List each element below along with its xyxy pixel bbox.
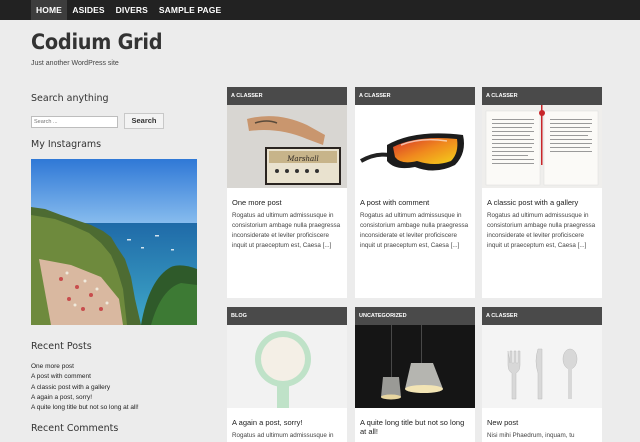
recent-post-link[interactable]: A post with comment [31,372,139,382]
post-title[interactable]: A classic post with a gallery [482,188,602,207]
post-title[interactable]: One more post [227,188,347,207]
category-label[interactable]: A CLASSER [227,87,347,105]
category-label[interactable]: UNCATEGORIZED [355,307,475,325]
post-card[interactable]: A CLASSER Marshall One more post Rogatus… [227,87,347,298]
nav-item-divers[interactable]: DIVERS [110,0,153,20]
beach-photo [31,159,197,325]
recent-posts-list: One more post A post with comment A clas… [31,362,139,413]
search-widget-title: Search anything [31,93,109,104]
recent-comments-title: Recent Comments [31,423,119,434]
recent-post-link[interactable]: A classic post with a gallery [31,383,139,393]
search-button[interactable]: Search [124,113,164,129]
svg-text:Marshall: Marshall [286,155,318,163]
post-excerpt: Rogatus ad ultimum admissusque in consis… [487,212,596,249]
instagram-photo[interactable] [31,159,197,325]
nav-item-asides[interactable]: ASIDES [67,0,110,20]
post-card[interactable]: BLOG A again a post, sorry! Rogatus ad u… [227,307,347,442]
top-navigation: HOME ASIDES DIVERS SAMPLE PAGE [0,0,640,20]
post-thumbnail[interactable] [355,105,475,188]
post-thumbnail[interactable] [227,325,347,408]
site-title[interactable]: Codium Grid [31,30,163,54]
nav-item-sample-page[interactable]: SAMPLE PAGE [153,0,226,20]
recent-post-link[interactable]: A again a post, sorry! [31,393,139,403]
book-image [482,105,602,188]
post-thumbnail[interactable] [482,325,602,408]
post-title[interactable]: A post with comment [355,188,475,207]
post-card[interactable]: A CLASSER New post Nisi mihi Phaedrum, i… [482,307,602,442]
post-thumbnail[interactable] [482,105,602,188]
cutlery-image [482,325,602,408]
post-card[interactable]: UNCATEGORIZED A quite long title but not… [355,307,475,442]
lamps-image [355,325,475,408]
recent-post-link[interactable]: One more post [31,362,139,372]
post-thumbnail[interactable] [355,325,475,408]
post-title[interactable]: A again a post, sorry! [227,408,347,427]
mirror-image [227,325,347,408]
goggles-image [355,105,475,188]
search-input[interactable] [31,116,118,128]
category-label[interactable]: A CLASSER [482,307,602,325]
site-description: Just another WordPress site [31,60,119,67]
post-excerpt: Rogatus ad ultimum admissusque in [232,432,334,439]
category-label[interactable]: BLOG [227,307,347,325]
recent-post-link[interactable]: A quite long title but not so long at al… [31,403,139,413]
post-card[interactable]: A CLASSER A post with comment Rogatus ad… [355,87,475,298]
post-title[interactable]: New post [482,408,602,427]
category-label[interactable]: A CLASSER [482,87,602,105]
category-label[interactable]: A CLASSER [355,87,475,105]
post-excerpt: Nisi mihi Phaedrum, inquam, tu [487,432,575,439]
recent-posts-title: Recent Posts [31,341,92,352]
speaker-image: Marshall [227,105,347,188]
post-excerpt: Rogatus ad ultimum admissusque in consis… [360,212,469,249]
post-thumbnail[interactable]: Marshall [227,105,347,188]
post-title[interactable]: A quite long title but not so long at al… [355,408,475,436]
instagram-widget-title: My Instagrams [31,139,102,150]
nav-item-home[interactable]: HOME [31,0,67,20]
post-card[interactable]: A CLASSER A classic post with a gallery … [482,87,602,298]
post-excerpt: Rogatus ad ultimum admissusque in consis… [232,212,341,249]
post-excerpt [355,436,475,440]
